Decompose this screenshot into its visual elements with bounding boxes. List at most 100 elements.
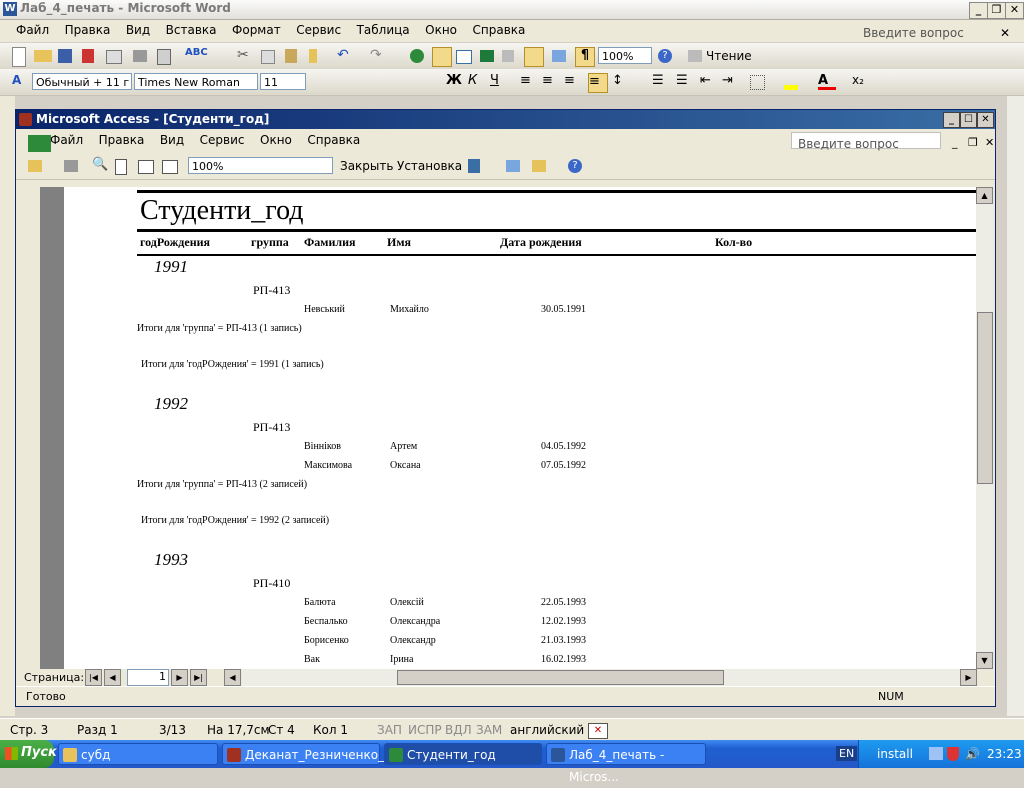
word-zoom-select[interactable]: 100% bbox=[598, 47, 652, 64]
access-menu-tools[interactable]: Сервис bbox=[194, 130, 251, 150]
access-menu-view[interactable]: Вид bbox=[154, 130, 190, 150]
email-icon[interactable] bbox=[106, 50, 122, 64]
scroll-thumb[interactable] bbox=[977, 312, 993, 484]
document-map-icon[interactable] bbox=[552, 50, 566, 62]
word-restore-button[interactable]: ❐ bbox=[987, 2, 1006, 19]
language-indicator[interactable]: EN bbox=[836, 746, 858, 761]
taskbar-item-studenty[interactable]: Студенти_год bbox=[384, 743, 542, 765]
insert-excel-icon[interactable] bbox=[480, 50, 494, 62]
subscript-icon[interactable]: x₂ bbox=[852, 73, 870, 91]
scroll-up-button[interactable]: ▲ bbox=[976, 187, 993, 204]
line-spacing-icon[interactable]: ↕ bbox=[612, 73, 630, 91]
multiple-pages-icon[interactable] bbox=[162, 160, 178, 174]
database-window-icon[interactable] bbox=[506, 160, 520, 172]
report-vertical-scrollbar[interactable]: ▲ ▼ bbox=[976, 187, 993, 669]
style-select[interactable]: Обычный + 11 г bbox=[32, 73, 132, 90]
office-links-icon[interactable] bbox=[468, 159, 480, 173]
hscroll-thumb[interactable] bbox=[397, 670, 724, 685]
access-maximize-button[interactable]: ☐ bbox=[960, 112, 977, 128]
help-icon[interactable]: ? bbox=[658, 49, 672, 63]
word-menu-tools[interactable]: Сервис bbox=[290, 20, 347, 40]
print-icon[interactable] bbox=[64, 160, 78, 172]
drawing-icon[interactable] bbox=[524, 47, 544, 67]
page-setup-button[interactable]: Установка bbox=[397, 159, 462, 173]
permission-icon[interactable] bbox=[82, 49, 94, 63]
word-menu-edit[interactable]: Правка bbox=[59, 20, 117, 40]
word-close-button[interactable]: ✕ bbox=[1005, 2, 1024, 19]
design-view-icon[interactable] bbox=[28, 160, 42, 172]
status-ext[interactable]: ВДЛ bbox=[445, 723, 472, 737]
spelling-icon[interactable]: ABC bbox=[185, 47, 208, 65]
word-menu-view[interactable]: Вид bbox=[120, 20, 156, 40]
hscroll-track[interactable] bbox=[242, 669, 960, 686]
zoom-icon[interactable]: 🔍 bbox=[92, 157, 110, 175]
new-object-icon[interactable] bbox=[532, 160, 546, 172]
word-vertical-scrollbar[interactable] bbox=[1007, 96, 1024, 716]
shield-icon[interactable] bbox=[947, 747, 959, 761]
bold-icon[interactable]: Ж bbox=[446, 73, 464, 91]
show-formatting-icon[interactable]: ¶ bbox=[575, 47, 595, 67]
word-menu-insert[interactable]: Вставка bbox=[160, 20, 223, 40]
first-page-button[interactable]: |◀ bbox=[85, 669, 102, 686]
access-minimize-button[interactable]: _ bbox=[943, 112, 960, 128]
access-help-icon[interactable]: ? bbox=[568, 159, 582, 173]
align-left-icon[interactable]: ≡ bbox=[520, 73, 538, 91]
columns-icon[interactable] bbox=[502, 50, 514, 62]
network-icon[interactable] bbox=[929, 747, 943, 760]
font-select[interactable]: Times New Roman bbox=[134, 73, 258, 90]
hyperlink-icon[interactable] bbox=[410, 49, 424, 63]
read-mode-icon[interactable] bbox=[688, 50, 702, 62]
access-menu-window[interactable]: Окно bbox=[254, 130, 298, 150]
read-mode-button[interactable]: Чтение bbox=[706, 49, 752, 63]
hscroll-left-button[interactable]: ◀ bbox=[224, 669, 241, 686]
word-menu-file[interactable]: Файл bbox=[10, 20, 55, 40]
next-page-button[interactable]: ▶ bbox=[171, 669, 188, 686]
undo-icon[interactable]: ↶ bbox=[337, 47, 355, 65]
two-pages-icon[interactable] bbox=[138, 160, 154, 174]
align-center-icon[interactable]: ≡ bbox=[542, 73, 560, 91]
access-question-box[interactable]: Введите вопрос bbox=[791, 132, 941, 151]
increase-indent-icon[interactable]: ⇥ bbox=[722, 73, 740, 91]
access-doc-close-icon[interactable]: ✕ bbox=[979, 133, 995, 152]
access-doc-minimize-icon[interactable]: _ bbox=[946, 133, 964, 152]
format-painter-icon[interactable] bbox=[309, 49, 317, 63]
word-menu-help[interactable]: Справка bbox=[467, 20, 532, 40]
prev-page-button[interactable]: ◀ bbox=[104, 669, 121, 686]
hscroll-right-button[interactable]: ▶ bbox=[960, 669, 977, 686]
redo-icon[interactable]: ↷ bbox=[370, 47, 388, 65]
access-menu-help[interactable]: Справка bbox=[301, 130, 366, 150]
print-preview-icon[interactable] bbox=[157, 49, 171, 65]
numbering-icon[interactable]: ☰ bbox=[652, 73, 670, 91]
align-right-icon[interactable]: ≡ bbox=[564, 73, 582, 91]
word-doc-close-icon[interactable]: ✕ bbox=[994, 23, 1016, 43]
word-minimize-button[interactable]: _ bbox=[969, 2, 988, 19]
font-size-select[interactable]: 11 bbox=[260, 73, 306, 90]
cut-icon[interactable]: ✂ bbox=[237, 47, 255, 65]
paste-icon[interactable] bbox=[285, 49, 297, 63]
taskbar-item-dekanat[interactable]: Деканат_Резниченко_... bbox=[222, 743, 396, 765]
status-rec[interactable]: ЗАП bbox=[377, 723, 402, 737]
start-button[interactable]: Пуск bbox=[0, 740, 57, 768]
last-page-button[interactable]: ▶| bbox=[190, 669, 207, 686]
save-icon[interactable] bbox=[58, 49, 72, 63]
taskbar-item-word[interactable]: Лаб_4_печать - Micros... bbox=[546, 743, 706, 784]
font-color-icon[interactable]: A bbox=[818, 73, 836, 90]
access-menu-edit[interactable]: Правка bbox=[93, 130, 151, 150]
access-db-icon[interactable] bbox=[28, 135, 51, 152]
status-trk[interactable]: ИСПР bbox=[408, 723, 442, 737]
close-preview-button[interactable]: Закрыть bbox=[340, 159, 393, 173]
word-menu-window[interactable]: Окно bbox=[419, 20, 463, 40]
italic-icon[interactable]: К bbox=[468, 73, 486, 91]
tables-borders-icon[interactable] bbox=[432, 47, 452, 67]
taskbar-item-subd[interactable]: субд bbox=[58, 743, 218, 765]
volume-icon[interactable]: 🔊 bbox=[965, 747, 980, 761]
scroll-down-button[interactable]: ▼ bbox=[976, 652, 993, 669]
decrease-indent-icon[interactable]: ⇤ bbox=[700, 73, 718, 91]
new-doc-icon[interactable] bbox=[12, 47, 26, 67]
copy-icon[interactable] bbox=[261, 50, 275, 64]
word-question-box[interactable]: Введите вопрос bbox=[857, 22, 992, 40]
word-menu-format[interactable]: Формат bbox=[226, 20, 287, 40]
one-page-icon[interactable] bbox=[115, 159, 127, 175]
access-zoom-select[interactable]: 100% bbox=[188, 157, 333, 174]
access-close-button[interactable]: ✕ bbox=[977, 112, 994, 128]
